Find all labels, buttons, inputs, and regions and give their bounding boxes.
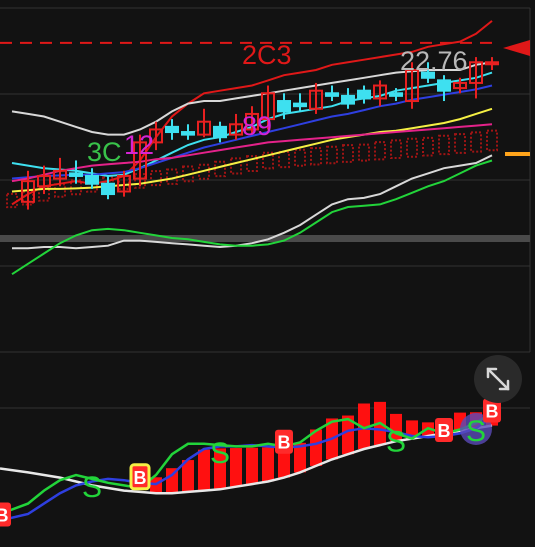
candle-down xyxy=(341,94,355,105)
signal-buy: B xyxy=(435,418,453,442)
buy-marker-label: B xyxy=(278,433,291,453)
annotation-12: 12 xyxy=(124,130,154,160)
signal-buy: B xyxy=(275,429,293,454)
candle-up xyxy=(485,61,499,66)
indicator-bar xyxy=(246,447,258,485)
candle-down xyxy=(85,174,99,185)
indicator-bar xyxy=(278,450,290,478)
candle-down xyxy=(277,100,291,113)
candle-down xyxy=(165,125,179,134)
stock-chart: 2C3 3C 12 89 22.76 BS BS B S B SB xyxy=(0,0,535,547)
indicator-bar xyxy=(198,449,210,491)
signal-sell: S xyxy=(386,425,406,458)
signal-buy: B xyxy=(129,463,151,491)
candle-down xyxy=(101,182,115,196)
sell-marker-label: S xyxy=(386,425,406,458)
annotation-89: 89 xyxy=(242,111,272,141)
sell-marker-label: S xyxy=(466,415,486,448)
buy-marker-label: B xyxy=(438,421,451,441)
candle-down xyxy=(69,172,83,177)
expand-arrows-icon xyxy=(486,367,510,391)
candle-down xyxy=(389,92,403,97)
candle-down xyxy=(181,131,195,136)
candle-down xyxy=(357,89,371,100)
candle-down xyxy=(437,79,451,92)
annotation-2c3: 2C3 xyxy=(242,40,292,70)
price-label: 22.76 xyxy=(400,46,468,76)
sell-marker-label: S xyxy=(82,471,102,504)
candle-down xyxy=(213,125,227,139)
annotation-3c: 3C xyxy=(87,137,122,167)
signal-sell: S xyxy=(210,437,230,470)
candle-down xyxy=(325,92,339,97)
expand-button[interactable] xyxy=(474,355,522,403)
sell-marker-label: S xyxy=(210,437,230,470)
buy-marker-label: B xyxy=(134,468,147,488)
signal-sell: S xyxy=(82,471,102,504)
indicator-bar xyxy=(262,447,274,482)
indicator-bar xyxy=(230,448,242,487)
buy-marker-label: B xyxy=(0,506,9,526)
candle-down xyxy=(293,102,307,108)
signal-buy: B xyxy=(0,502,11,527)
orange-level-marker xyxy=(505,152,530,156)
buy-marker-label: B xyxy=(486,402,499,422)
